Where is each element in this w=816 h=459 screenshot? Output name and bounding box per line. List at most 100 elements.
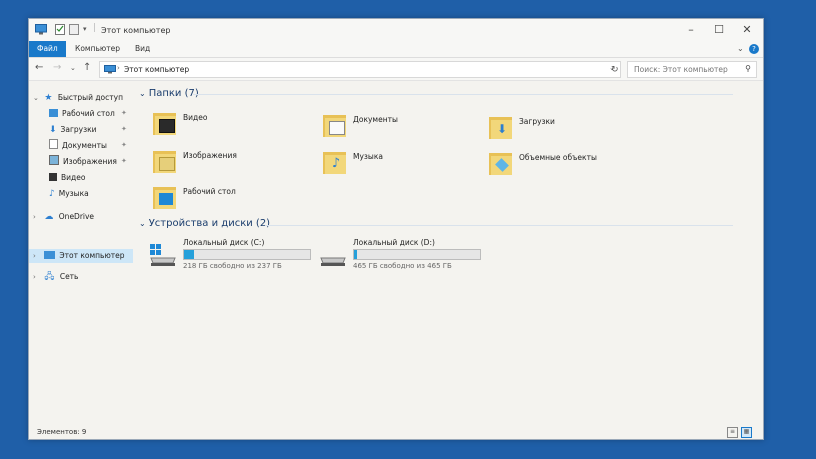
folder-documents[interactable]: Документы	[323, 109, 473, 145]
drive-name: Локальный диск (D:)	[353, 238, 435, 247]
sidebar-item-label: Сеть	[59, 272, 79, 281]
title-separator: |	[93, 23, 97, 33]
collapsed-chevron-icon[interactable]: ›	[33, 270, 42, 284]
sidebar-item-music[interactable]: ♪ Музыка	[49, 187, 89, 201]
drive-free-space: 465 ГБ свободно из 465 ГБ	[353, 262, 452, 270]
group-header-label: Устройства и диски (2)	[148, 218, 271, 229]
sidebar-item-label: Видео	[61, 173, 86, 182]
collapsed-chevron-icon[interactable]: ›	[33, 210, 42, 224]
folder-desktop[interactable]: Рабочий стол	[153, 181, 303, 217]
search-input[interactable]	[628, 62, 738, 76]
address-bar[interactable]: › Этот компьютер ⌄	[99, 61, 621, 78]
sidebar-item-label: Быстрый доступ	[57, 93, 123, 102]
group-collapse-chevron-icon[interactable]: ⌄	[139, 219, 146, 228]
folder-videos[interactable]: Видео	[153, 107, 303, 143]
drive-name: Локальный диск (C:)	[183, 238, 265, 247]
cloud-icon: ☁	[44, 212, 54, 222]
folder-3d-objects[interactable]: Объемные объекты	[489, 147, 669, 183]
star-icon: ★	[44, 93, 53, 103]
forward-arrow-icon[interactable]: →	[53, 62, 61, 73]
sidebar-item-desktop[interactable]: Рабочий стол	[49, 107, 115, 121]
search-box[interactable]: ⚲	[627, 61, 757, 78]
tab-computer[interactable]: Компьютер	[67, 41, 128, 57]
large-icons-view-icon[interactable]: ▦	[741, 427, 752, 438]
videos-icon	[49, 173, 57, 181]
drive-free-space: 218 ГБ свободно из 237 ГБ	[183, 262, 282, 270]
this-pc-app-icon	[35, 24, 47, 37]
up-arrow-icon[interactable]: ↑	[83, 62, 91, 73]
search-icon[interactable]: ⚲	[745, 64, 751, 73]
back-arrow-icon[interactable]: ←	[35, 62, 43, 73]
folder-downloads[interactable]: ⬇ Загрузки	[489, 111, 639, 147]
group-header-label: Папки (7)	[148, 88, 199, 99]
sidebar-item-network[interactable]: › 🖧 Сеть	[33, 270, 78, 284]
tab-view[interactable]: Вид	[127, 41, 158, 57]
network-icon: 🖧	[44, 272, 55, 282]
folder-name: Изображения	[183, 151, 237, 160]
this-pc-icon	[44, 251, 56, 259]
minimize-icon[interactable]: –	[681, 22, 701, 38]
drive-d[interactable]: Локальный диск (D:) 465 ГБ свободно из 4…	[319, 238, 489, 274]
folder-name: Видео	[183, 113, 208, 122]
window-title: Этот компьютер	[101, 26, 171, 35]
expanded-chevron-icon[interactable]: ⌄	[33, 91, 42, 105]
devices-group-header[interactable]: ⌄ Устройства и диски (2)	[139, 218, 270, 229]
drive-usage-fill	[354, 250, 357, 259]
folder-pictures[interactable]: Изображения	[153, 145, 303, 181]
sidebar-item-label: OneDrive	[58, 212, 95, 221]
drive-usage-fill	[184, 250, 195, 259]
documents-icon	[49, 139, 58, 149]
pin-icon[interactable]: ✦	[121, 109, 127, 117]
breadcrumb-chevron-icon[interactable]: ›	[117, 64, 120, 72]
drive-c[interactable]: Локальный диск (C:) 218 ГБ свободно из 2…	[149, 238, 319, 274]
sidebar-item-quick-access[interactable]: ⌄ ★ Быстрый доступ	[33, 91, 123, 105]
folder-name: Рабочий стол	[183, 187, 236, 196]
folder-music[interactable]: ♪ Музыка	[323, 146, 473, 182]
details-view-icon[interactable]: ≡	[727, 427, 738, 438]
pin-icon[interactable]: ✦	[121, 157, 127, 165]
group-collapse-chevron-icon[interactable]: ⌄	[139, 89, 146, 98]
folder-name: Объемные объекты	[519, 153, 597, 162]
close-icon[interactable]: ✕	[737, 22, 757, 38]
title-bar: ▾ | Этот компьютер – ☐ ✕	[29, 19, 763, 41]
properties-icon[interactable]	[55, 24, 65, 37]
sidebar-item-documents[interactable]: Документы	[49, 139, 107, 153]
sidebar-item-this-pc[interactable]: › Этот компьютер	[29, 249, 133, 263]
help-icon[interactable]: ?	[749, 44, 759, 54]
content-pane: ⌄ Папки (7) Видео Документы ⬇ Загрузки Из…	[133, 81, 763, 426]
pictures-icon	[49, 155, 59, 165]
sidebar-item-label: Этот компьютер	[59, 251, 125, 260]
music-note-icon: ♪	[49, 189, 55, 199]
sidebar-item-downloads[interactable]: ⬇ Загрузки	[49, 123, 96, 137]
tab-file[interactable]: Файл	[29, 41, 66, 57]
desktop-folder-icon	[153, 185, 177, 209]
expand-ribbon-icon[interactable]: ⌄	[737, 44, 744, 53]
sidebar-item-label: Рабочий стол	[62, 109, 115, 118]
address-path: Этот компьютер	[124, 65, 190, 74]
explorer-window: ▾ | Этот компьютер – ☐ ✕ Файл Компьютер …	[28, 18, 764, 440]
pin-icon[interactable]: ✦	[121, 141, 127, 149]
new-folder-icon[interactable]	[69, 24, 79, 37]
sidebar-item-videos[interactable]: Видео	[49, 171, 85, 185]
navigation-pane: ⌄ ★ Быстрый доступ Рабочий стол ✦ ⬇ Загру…	[29, 81, 133, 426]
refresh-icon[interactable]: ↻	[611, 65, 619, 75]
item-count: Элементов: 9	[37, 428, 87, 436]
folder-name: Музыка	[353, 152, 383, 161]
download-arrow-icon: ⬇	[49, 125, 57, 135]
sidebar-item-label: Загрузки	[60, 125, 97, 134]
collapsed-chevron-icon[interactable]: ›	[33, 249, 42, 263]
sidebar-item-onedrive[interactable]: › ☁ OneDrive	[33, 210, 94, 224]
qat-dropdown-icon[interactable]: ▾	[83, 25, 87, 33]
status-bar: Элементов: 9 ≡ ▦	[29, 424, 763, 439]
drive-usage-bar	[353, 249, 481, 260]
folders-group-header[interactable]: ⌄ Папки (7)	[139, 88, 199, 99]
drive-usage-bar	[183, 249, 311, 260]
pin-icon[interactable]: ✦	[121, 125, 127, 133]
sidebar-item-label: Документы	[62, 141, 107, 150]
recent-locations-icon[interactable]: ⌄	[70, 64, 76, 72]
music-folder-icon: ♪	[323, 150, 347, 174]
downloads-folder-icon: ⬇	[489, 115, 513, 139]
maximize-icon[interactable]: ☐	[709, 22, 729, 38]
pictures-folder-icon	[153, 149, 177, 173]
sidebar-item-pictures[interactable]: Изображения	[49, 155, 117, 169]
